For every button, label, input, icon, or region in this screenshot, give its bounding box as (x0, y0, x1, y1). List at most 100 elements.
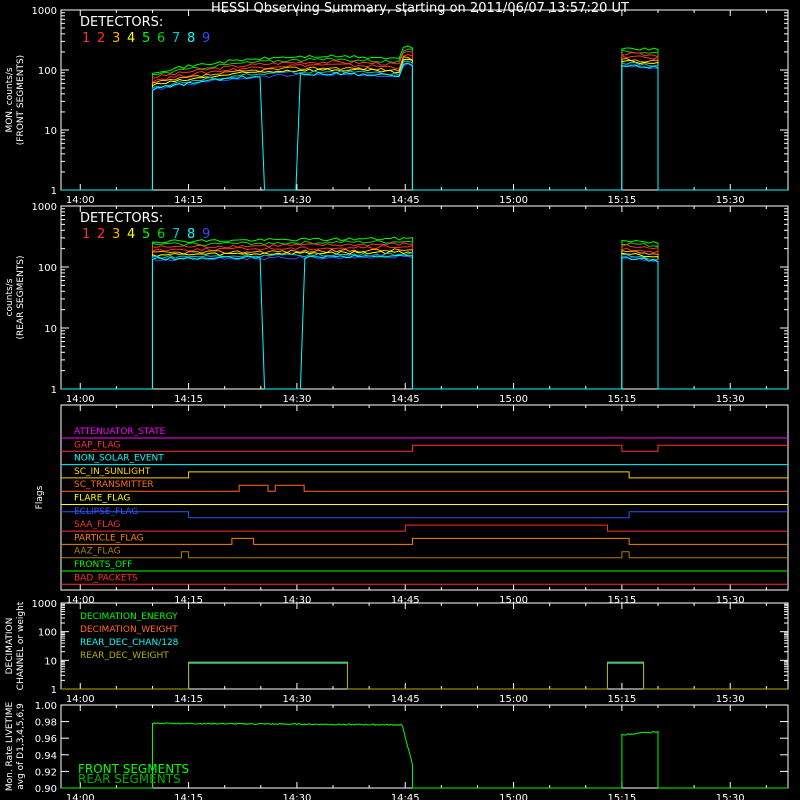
detector-2-line (61, 244, 788, 390)
x-tick-label: 15:15 (607, 793, 636, 800)
decimation-legend-1: DECIMATION_ENERGY (80, 612, 178, 622)
decimation-series-1 (61, 662, 788, 690)
legend-detector-4: 4 (127, 31, 135, 46)
panel-frame-2 (60, 404, 789, 591)
decimation-legend-2: DECIMATION_WEIGHT (80, 625, 178, 635)
legend-detector-4: 4 (127, 227, 135, 242)
x-tick-label: 14:15 (174, 394, 203, 405)
legend-detector-6: 6 (157, 31, 165, 46)
x-tick-label: 15:00 (499, 394, 528, 405)
legend-detector-5: 5 (142, 31, 150, 46)
x-tick-label: 14:30 (282, 793, 311, 800)
y-tick-label: 10 (44, 126, 57, 137)
legend-detector-8: 8 (187, 227, 195, 242)
x-tick-label: 15:30 (716, 195, 745, 206)
x-tick-label: 15:15 (607, 195, 636, 206)
y-tick-label: 0.90 (35, 784, 57, 795)
flag-label-particle-flag: PARTICLE_FLAG (74, 533, 144, 543)
y-tick-label: 1 (51, 186, 57, 197)
x-tick-label: 14:30 (282, 195, 311, 206)
detector-4-line (61, 250, 788, 390)
y-tick-label: 100 (38, 66, 57, 77)
legend-detector-2: 2 (97, 227, 105, 242)
y-tick-label: 10 (44, 324, 57, 335)
flag-label-saa-flag: SAA_FLAG (74, 520, 120, 530)
x-tick-label: 15:30 (716, 793, 745, 800)
flag-label-aaz-flag: AAZ_FLAG (74, 547, 121, 557)
y-axis-label: MON. counts/s (5, 67, 15, 132)
legend-detector-9: 9 (202, 31, 210, 46)
decimation-legend-4: REAR_DEC_WEIGHT (80, 651, 169, 661)
legend-detector-9: 9 (202, 227, 210, 242)
x-tick-label: 14:15 (174, 694, 203, 705)
hessi-observing-summary: HESSI Observing Summary, starting on 201… (5, 1, 789, 800)
flag-label-flare-flag: FLARE_FLAG (74, 494, 130, 504)
y-tick-label: 0.92 (35, 767, 57, 778)
decimation-series-2 (61, 661, 788, 690)
legend-detector-6: 6 (157, 227, 165, 242)
flag-line-sc-transmitter (61, 484, 788, 492)
x-tick-label: 15:00 (499, 694, 528, 705)
y-tick-label: 0.94 (35, 751, 57, 762)
legend-title: DETECTORS: (80, 15, 163, 30)
detector-7-line (61, 60, 788, 191)
x-tick-label: 14:00 (66, 394, 95, 405)
legend-detector-3: 3 (112, 31, 120, 46)
x-tick-label: 14:15 (174, 195, 203, 206)
x-tick-label: 15:00 (499, 793, 528, 800)
x-tick-label: 15:00 (499, 195, 528, 206)
y-axis-label: (FRONT SEGMENTS) (16, 55, 26, 145)
detector-6-line (61, 240, 788, 390)
decimation-legend-3: REAR_DEC_CHAN/128 (80, 638, 179, 648)
flag-label-non-solar-event: NON_SOLAR_EVENT (74, 454, 164, 464)
legend-detector-5: 5 (142, 227, 150, 242)
chart-title: HESSI Observing Summary, starting on 201… (211, 1, 629, 16)
x-tick-label: 15:30 (716, 694, 745, 705)
detector-5-line (61, 236, 788, 390)
legend-detector-3: 3 (112, 227, 120, 242)
detector-3-line (61, 248, 788, 390)
x-tick-label: 14:00 (66, 694, 95, 705)
y-axis-label: counts/s (5, 278, 15, 316)
flag-line-aaz-flag (61, 551, 788, 559)
y-axis-label: avg of D1,3,4,5,6,9 (16, 703, 26, 790)
flag-line-saa-flag (61, 524, 788, 532)
x-tick-label: 14:30 (282, 394, 311, 405)
detector-2-line (61, 53, 788, 191)
flag-line-eclipse-flag (61, 511, 788, 519)
x-tick-label: 15:30 (716, 394, 745, 405)
y-tick-label: 100 (38, 263, 57, 274)
detector-4-line (61, 58, 788, 191)
legend-detector-8: 8 (187, 31, 195, 46)
y-tick-label: 0.98 (35, 718, 57, 729)
flag-line-sc-in-sunlight (61, 471, 788, 479)
flag-label-bad-packets: BAD_PACKETS (74, 573, 138, 583)
y-tick-label: 1 (51, 685, 57, 696)
y-tick-label: 1.00 (35, 701, 57, 712)
legend-detector-1: 1 (82, 227, 90, 242)
panel-frame-1 (60, 205, 789, 390)
panel-frame-0 (60, 9, 789, 191)
flags-axis-label: Flags (35, 485, 45, 509)
flag-line-particle-flag (61, 537, 788, 545)
y-tick-label: 10 (44, 656, 57, 667)
flag-label-fronts-off: FRONTS_OFF (74, 560, 132, 570)
y-axis-label: CHANNEL or weight (16, 601, 26, 690)
legend-detector-7: 7 (172, 227, 180, 242)
flag-line-gap-flag (61, 444, 788, 452)
legend-title: DETECTORS: (80, 211, 163, 226)
y-tick-label: 1000 (32, 599, 57, 610)
flag-label-sc-in-sunlight: SC_IN_SUNLIGHT (74, 467, 151, 477)
y-tick-label: 100 (38, 628, 57, 639)
x-tick-label: 14:45 (391, 793, 420, 800)
legend-detector-1: 1 (82, 31, 90, 46)
detector-5-line (61, 45, 788, 191)
legend-detector-7: 7 (172, 31, 180, 46)
detector-8-line (61, 62, 788, 191)
x-tick-label: 14:45 (391, 394, 420, 405)
y-tick-label: 1000 (32, 6, 57, 17)
y-tick-label: 1000 (32, 202, 57, 213)
detector-9-line (61, 254, 788, 390)
detector-1-line (61, 242, 788, 390)
flag-label-attenuator-state: ATTENUATOR_STATE (74, 427, 166, 437)
